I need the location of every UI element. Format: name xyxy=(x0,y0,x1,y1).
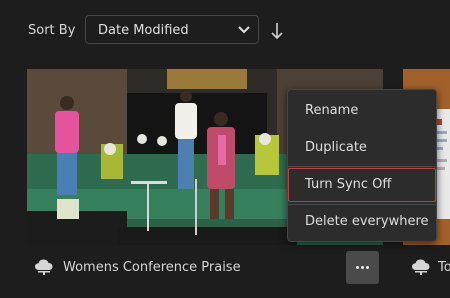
more-options-button[interactable] xyxy=(346,251,379,284)
sort-by-label: Sort By xyxy=(28,23,76,38)
menu-item-delete-everywhere[interactable]: Delete everywhere xyxy=(288,205,436,239)
arrow-down-icon[interactable] xyxy=(270,22,284,40)
file-title[interactable]: Womens Conference Praise xyxy=(63,260,241,275)
file-title-2[interactable]: To xyxy=(438,260,450,275)
menu-item-turn-sync-off[interactable]: Turn Sync Off xyxy=(288,168,436,202)
context-menu: Rename Duplicate Turn Sync Off Delete ev… xyxy=(287,89,437,242)
cloud-sync-icon xyxy=(412,259,430,275)
sort-select-value: Date Modified xyxy=(98,23,189,38)
more-horizontal-icon xyxy=(356,266,359,269)
sort-select[interactable]: Date Modified xyxy=(85,15,259,44)
menu-divider xyxy=(288,166,436,167)
menu-item-duplicate[interactable]: Duplicate xyxy=(288,131,436,165)
menu-item-rename[interactable]: Rename xyxy=(288,94,436,128)
chevron-down-icon xyxy=(238,26,250,34)
cloud-sync-icon xyxy=(35,259,53,275)
